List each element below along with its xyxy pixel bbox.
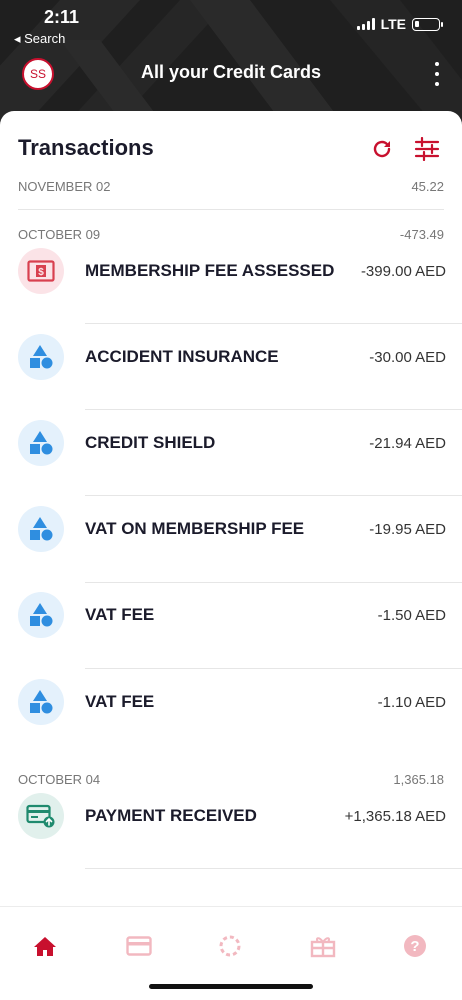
transaction-amount: -30.00 AED: [369, 348, 446, 366]
battery-icon: [412, 17, 443, 31]
transaction-amount: -21.94 AED: [369, 434, 446, 452]
card-icon[interactable]: [124, 931, 154, 961]
transaction-name: VAT FEE: [85, 692, 155, 711]
date-group-header: NOVEMBER 02 45.22: [18, 176, 444, 196]
transaction-row[interactable]: $ MEMBERSHIP FEE ASSESSED -399.00 AED: [18, 246, 448, 296]
app-header: 2:11 ◂ Search LTE SS All your Credit Car…: [0, 0, 462, 120]
transaction-row[interactable]: VAT FEE -1.50 AED: [18, 590, 448, 640]
shapes-icon: [18, 506, 64, 552]
back-to-search-link[interactable]: ◂ Search: [14, 31, 65, 47]
transaction-name: PAYMENT RECEIVED: [85, 806, 257, 825]
status-time: 2:11: [44, 7, 80, 27]
filter-icon[interactable]: [414, 137, 440, 161]
refresh-icon[interactable]: [370, 137, 394, 161]
transaction-name: ACCIDENT INSURANCE: [85, 347, 279, 366]
divider: [85, 409, 462, 410]
transaction-amount: -19.95 AED: [369, 520, 446, 538]
payment-icon: [18, 793, 64, 839]
home-icon[interactable]: [30, 931, 60, 961]
divider: [85, 495, 462, 496]
status-bar: 2:11 ◂ Search LTE: [0, 0, 462, 50]
spinner-icon[interactable]: [215, 931, 245, 961]
transaction-name: VAT FEE: [85, 605, 155, 624]
transaction-amount: -1.10 AED: [377, 693, 446, 711]
help-icon[interactable]: ?: [400, 931, 430, 961]
more-options-icon[interactable]: [432, 62, 442, 86]
transactions-sheet: Transactions NOVEMBER 02 45.22 OCTOBER 0…: [0, 111, 462, 1000]
divider: [85, 868, 462, 869]
home-indicator: [149, 984, 313, 989]
transaction-row[interactable]: CREDIT SHIELD -21.94 AED: [18, 418, 448, 468]
date-group-header: OCTOBER 04 1,365.18: [18, 769, 444, 789]
network-label: LTE: [380, 16, 406, 32]
svg-text:?: ?: [410, 938, 419, 955]
transaction-name: CREDIT SHIELD: [85, 433, 216, 452]
transactions-title: Transactions: [18, 135, 154, 160]
transaction-row[interactable]: ACCIDENT INSURANCE -30.00 AED: [18, 332, 448, 382]
group-date: NOVEMBER 02: [18, 178, 111, 194]
transaction-row[interactable]: VAT FEE -1.10 AED: [18, 677, 448, 727]
shapes-icon: [18, 592, 64, 638]
date-group-header: OCTOBER 09 -473.49: [18, 224, 444, 244]
group-total: -473.49: [399, 226, 444, 242]
transaction-row[interactable]: VAT ON MEMBERSHIP FEE -19.95 AED: [18, 504, 448, 554]
group-total: 1,365.18: [393, 771, 444, 787]
divider: [85, 582, 462, 583]
shapes-icon: [18, 679, 64, 725]
divider: [85, 323, 462, 324]
divider: [85, 668, 462, 669]
transaction-name: VAT ON MEMBERSHIP FEE: [85, 519, 305, 538]
fee-icon: $: [18, 248, 64, 294]
status-indicators: LTE: [356, 16, 443, 32]
transaction-amount: -399.00 AED: [360, 262, 446, 280]
divider: [18, 209, 444, 210]
group-date: OCTOBER 09: [18, 226, 101, 242]
transaction-row[interactable]: PAYMENT RECEIVED +1,365.18 AED: [18, 791, 448, 841]
group-total: 45.22: [411, 178, 444, 194]
svg-text:$: $: [38, 267, 44, 278]
shapes-icon: [18, 334, 64, 380]
transaction-amount: +1,365.18 AED: [344, 807, 446, 825]
shapes-icon: [18, 420, 64, 466]
gift-icon[interactable]: [308, 931, 338, 961]
transaction-name: MEMBERSHIP FEE ASSESSED: [85, 261, 335, 280]
page-title: All your Credit Cards: [140, 62, 322, 82]
group-date: OCTOBER 04: [18, 771, 101, 787]
signal-icon: [356, 18, 375, 30]
transaction-amount: -1.50 AED: [377, 606, 446, 624]
